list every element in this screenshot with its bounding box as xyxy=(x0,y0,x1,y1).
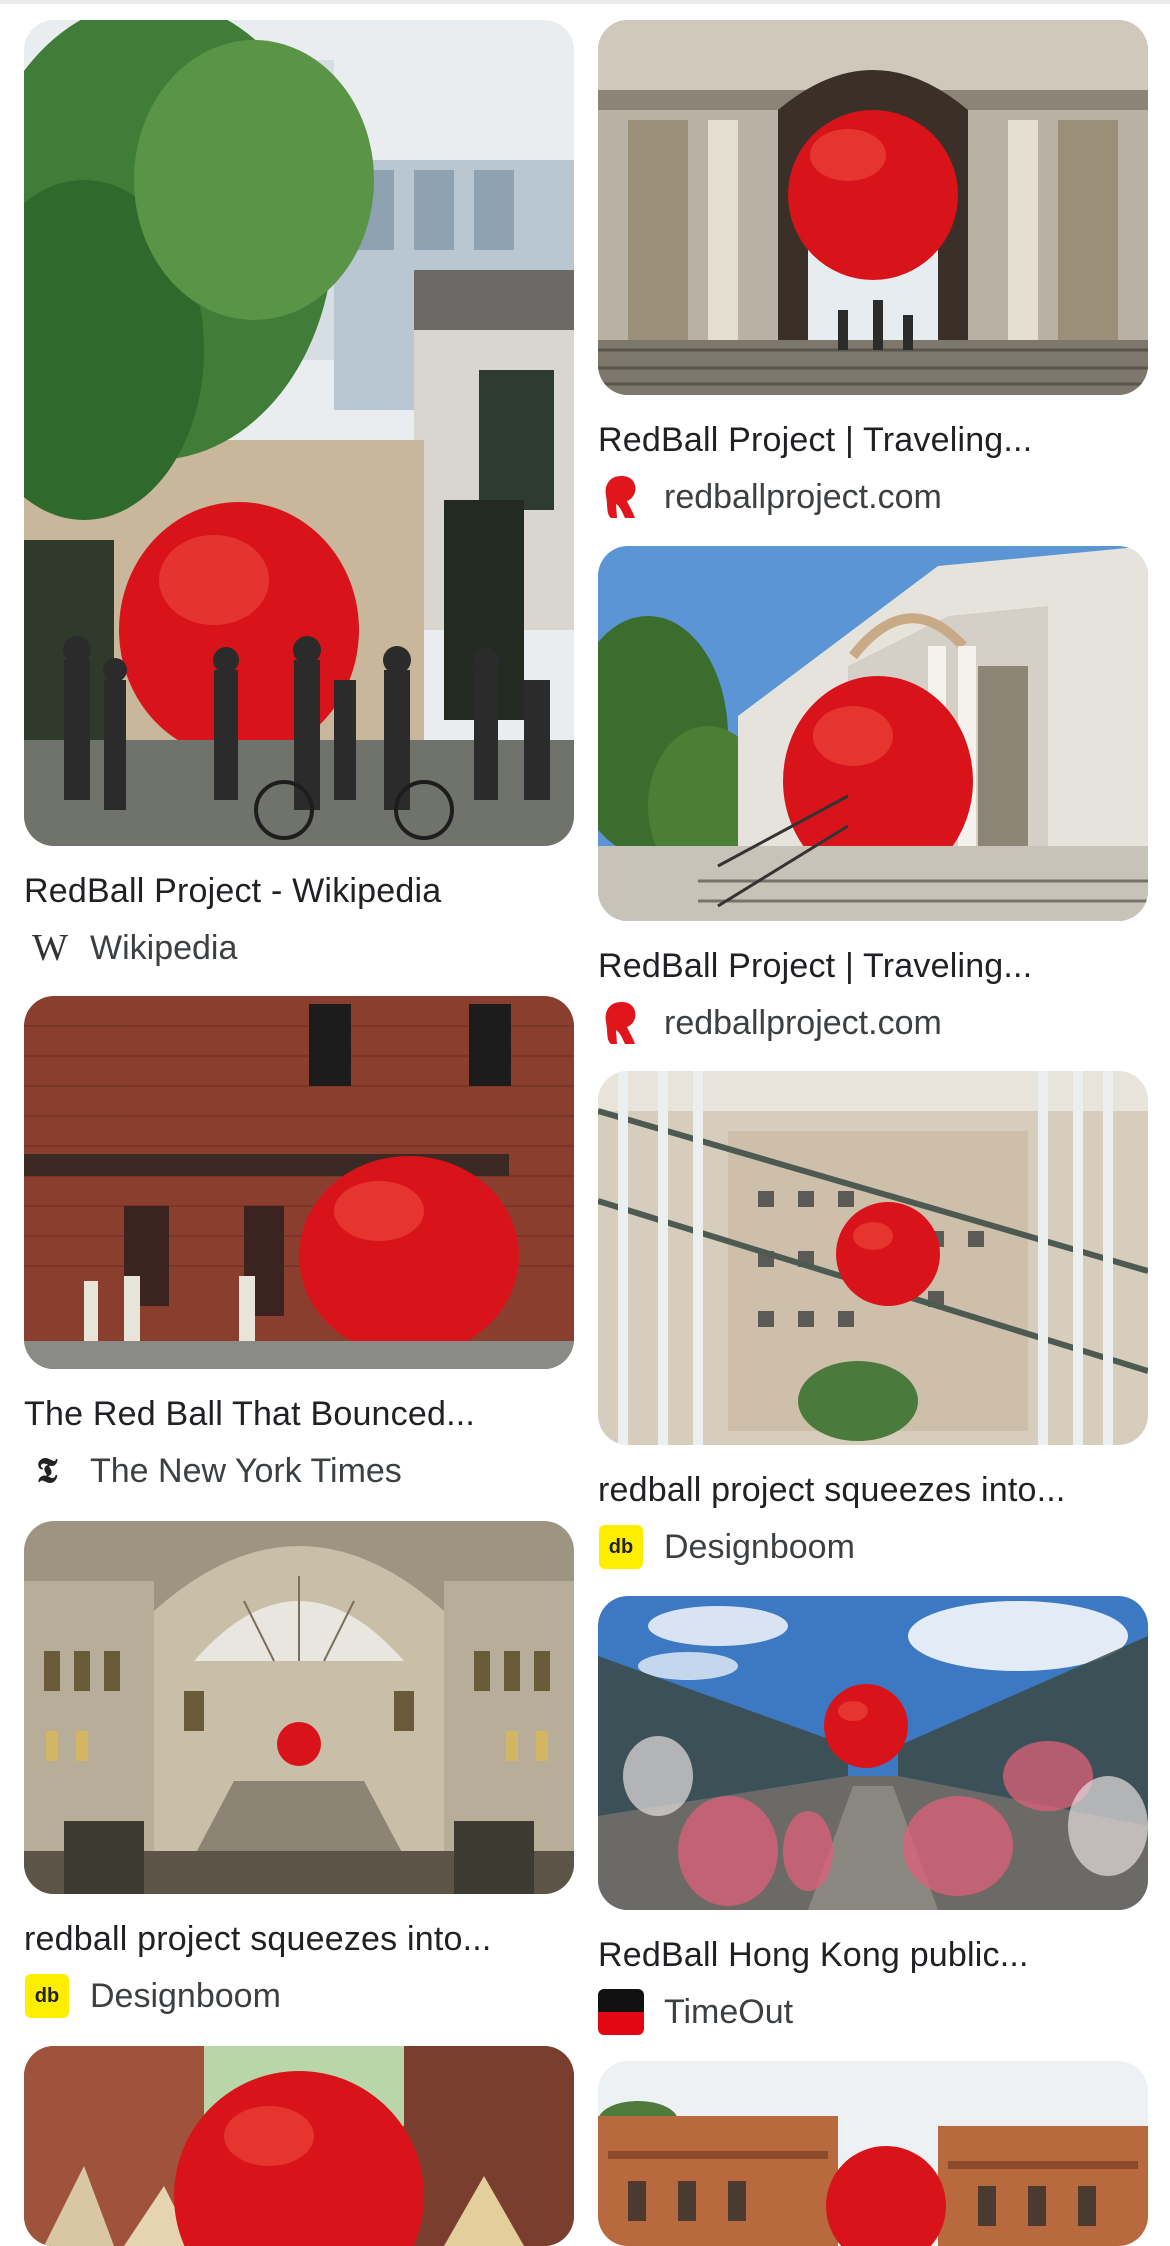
result-card[interactable]: redball project squeezes into... db Desi… xyxy=(24,1521,574,2020)
result-card[interactable]: RedBall Project | Traveling... redballpr… xyxy=(598,546,1148,1047)
result-image[interactable] xyxy=(598,20,1148,395)
result-source[interactable]: 𝕿 The New York Times xyxy=(24,1447,574,1495)
result-title[interactable]: RedBall Project | Traveling... xyxy=(598,419,1148,461)
result-image[interactable] xyxy=(598,1596,1148,1910)
result-image[interactable] xyxy=(598,2061,1148,2246)
result-image[interactable] xyxy=(24,20,574,846)
result-card[interactable]: RedBall Project - Wikipedia W Wikipedia xyxy=(24,20,574,972)
result-image[interactable] xyxy=(24,2046,574,2246)
result-title[interactable]: RedBall Project | Traveling... xyxy=(598,945,1148,987)
result-source[interactable]: redballproject.com xyxy=(598,999,1148,1047)
designboom-icon: db xyxy=(598,1524,644,1570)
result-image[interactable] xyxy=(598,1071,1148,1445)
top-divider xyxy=(0,0,1170,4)
result-card[interactable] xyxy=(24,2046,574,2246)
source-name: TimeOut xyxy=(664,1992,794,2031)
result-title[interactable]: RedBall Project - Wikipedia xyxy=(24,870,574,912)
result-image[interactable] xyxy=(24,996,574,1369)
result-title[interactable]: redball project squeezes into... xyxy=(24,1918,574,1960)
source-name: redballproject.com xyxy=(664,1003,942,1042)
result-image[interactable] xyxy=(598,546,1148,921)
result-card[interactable]: redball project squeezes into... db Desi… xyxy=(598,1071,1148,1571)
result-card[interactable]: RedBall Project | Traveling... redballpr… xyxy=(598,20,1148,521)
result-title[interactable]: redball project squeezes into... xyxy=(598,1469,1148,1511)
result-image[interactable] xyxy=(24,1521,574,1894)
timeout-icon xyxy=(598,1989,644,2035)
result-card[interactable]: The Red Ball That Bounced... 𝕿 The New Y… xyxy=(24,996,574,1495)
wikipedia-icon: W xyxy=(32,927,68,969)
redball-icon xyxy=(598,1000,644,1046)
nyt-icon: 𝕿 xyxy=(36,1451,58,1491)
source-name: Designboom xyxy=(664,1527,855,1566)
redball-icon xyxy=(598,474,644,520)
result-source[interactable]: db Designboom xyxy=(598,1523,1148,1571)
result-source[interactable]: W Wikipedia xyxy=(24,924,574,972)
designboom-icon: db xyxy=(24,1973,70,2019)
source-name: redballproject.com xyxy=(664,477,942,516)
result-source[interactable]: redballproject.com xyxy=(598,473,1148,521)
result-title[interactable]: The Red Ball That Bounced... xyxy=(24,1393,574,1435)
source-name: Designboom xyxy=(90,1976,281,2015)
result-card[interactable]: RedBall Hong Kong public... TimeOut xyxy=(598,1596,1148,2036)
result-source[interactable]: TimeOut xyxy=(598,1988,1148,2036)
result-card[interactable] xyxy=(598,2061,1148,2246)
result-source[interactable]: db Designboom xyxy=(24,1972,574,2020)
source-name: Wikipedia xyxy=(90,928,238,967)
source-name: The New York Times xyxy=(90,1451,402,1490)
result-title[interactable]: RedBall Hong Kong public... xyxy=(598,1934,1148,1976)
